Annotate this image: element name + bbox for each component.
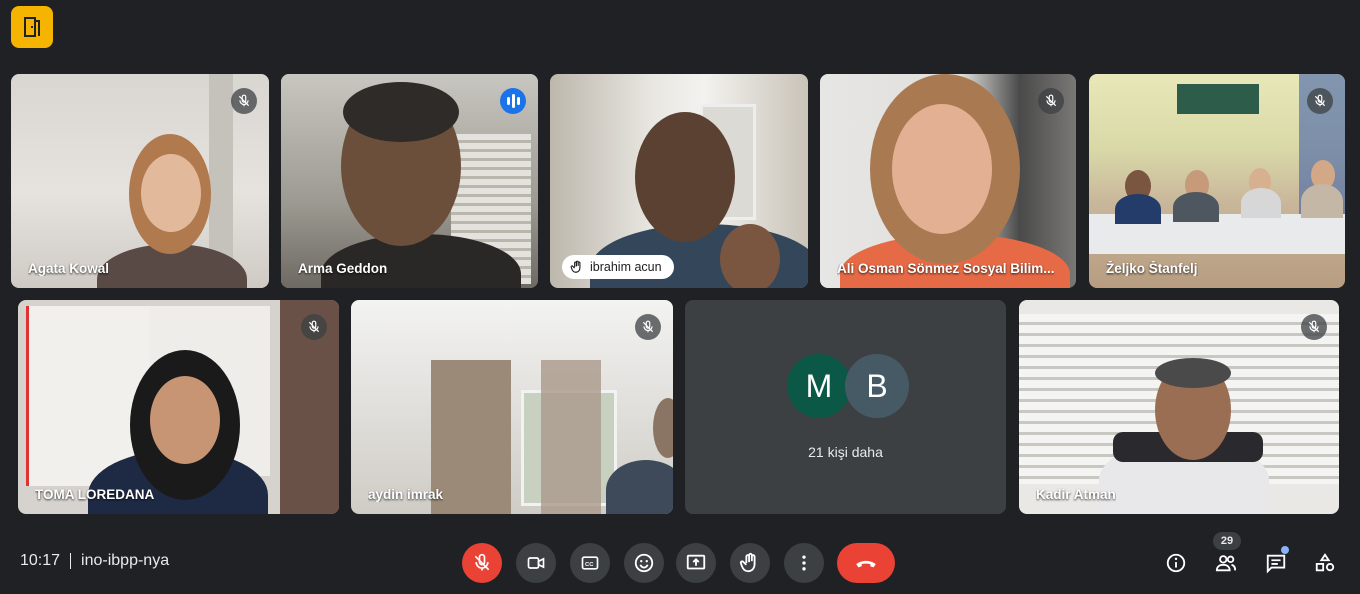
- mic-off-indicator: [1307, 88, 1333, 114]
- more-options-button[interactable]: [784, 543, 824, 583]
- phone-hangup-icon: [856, 560, 876, 568]
- video-camera-icon: [527, 557, 545, 569]
- people-count-badge: 29: [1213, 532, 1241, 550]
- participant-tile[interactable]: TOMA LOREDANA: [18, 300, 339, 514]
- avatar: B: [845, 354, 909, 418]
- participant-name: aydin imrak: [368, 487, 444, 502]
- participant-name: Ali Osman Sönmez Sosyal Bilim...: [837, 261, 1055, 276]
- hand-icon: [739, 552, 756, 573]
- closed-captions-icon: CC: [581, 556, 599, 570]
- svg-text:CC: CC: [585, 562, 594, 568]
- mic-off-indicator: [635, 314, 661, 340]
- participant-tile[interactable]: Kadir Atman: [1019, 300, 1339, 514]
- participant-name: Željko Štanfelj: [1106, 261, 1198, 276]
- info-icon: [1166, 553, 1186, 573]
- mic-off-icon: [308, 320, 320, 333]
- participant-tile[interactable]: Ali Osman Sönmez Sosyal Bilim...: [820, 74, 1076, 288]
- emoji-icon: [634, 553, 654, 573]
- mic-off-icon: [238, 94, 250, 107]
- participant-name: Arma Geddon: [298, 261, 388, 276]
- participant-tile[interactable]: Agata Kowal: [11, 74, 269, 288]
- participant-tile[interactable]: ibrahim acun: [550, 74, 808, 288]
- mic-off-indicator: [1301, 314, 1327, 340]
- reactions-button[interactable]: [624, 543, 664, 583]
- mic-off-icon: [1308, 320, 1320, 333]
- divider: [70, 553, 72, 569]
- mic-off-icon: [1045, 94, 1057, 107]
- participant-name: Kadir Atman: [1036, 487, 1116, 502]
- participant-name: ibrahim acun: [590, 260, 662, 274]
- participant-name: Agata Kowal: [28, 261, 110, 276]
- mic-off-icon: [642, 320, 654, 333]
- people-button[interactable]: [1208, 545, 1244, 581]
- leave-call-button[interactable]: [837, 543, 895, 583]
- mic-off-indicator: [231, 88, 257, 114]
- raise-hand-button[interactable]: [730, 543, 770, 583]
- microphone-off-button[interactable]: [462, 543, 502, 583]
- participant-tile[interactable]: aydin imrak: [351, 300, 673, 514]
- mic-off-indicator: [301, 314, 327, 340]
- people-icon: [1215, 555, 1237, 572]
- participant-tile[interactable]: Željko Štanfelj: [1089, 74, 1345, 288]
- hand-raised-label: ibrahim acun: [562, 255, 674, 279]
- meeting-code: ino-ibpp-nya: [81, 552, 170, 569]
- camera-button[interactable]: [516, 543, 556, 583]
- chat-notification-dot: [1281, 546, 1289, 554]
- participant-tile[interactable]: Arma Geddon: [281, 74, 538, 288]
- others-tile[interactable]: M B 21 kişi daha: [685, 300, 1006, 514]
- speaking-indicator: [500, 88, 526, 114]
- more-participants-label: 21 kişi daha: [808, 444, 883, 460]
- hand-icon: [570, 260, 581, 273]
- clock: 10:17: [20, 552, 61, 569]
- present-screen-icon: [686, 554, 706, 570]
- participant-name: TOMA LOREDANA: [35, 487, 155, 502]
- present-button[interactable]: [676, 543, 716, 583]
- mic-off-icon: [1314, 94, 1326, 107]
- mic-off-indicator: [1038, 88, 1064, 114]
- activities-icon: [1315, 553, 1335, 572]
- meeting-info-button[interactable]: [1158, 545, 1194, 581]
- activities-button[interactable]: [1307, 545, 1343, 581]
- meeting-details: 10:17 ino-ibpp-nya: [20, 552, 169, 570]
- meet-logo: [11, 6, 53, 48]
- captions-button[interactable]: CC: [570, 543, 610, 583]
- mic-off-icon: [474, 553, 490, 571]
- chat-icon: [1266, 554, 1286, 574]
- avatar: M: [787, 354, 851, 418]
- door-exit-icon: [24, 17, 40, 37]
- more-vert-icon: [802, 555, 806, 571]
